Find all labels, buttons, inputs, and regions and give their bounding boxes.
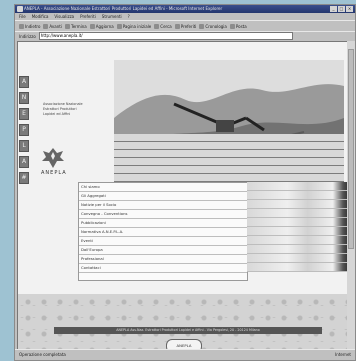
toolbar-stop-button[interactable]: Termina (64, 23, 87, 29)
toolbar: Indietro Avanti Termina Aggiorna Pagina … (15, 20, 355, 31)
side-icon-hash[interactable]: # (19, 172, 29, 184)
ie-icon (17, 6, 23, 12)
nav-item-pubblicazioni[interactable]: Pubblicazioni (79, 219, 247, 228)
mail-icon (229, 23, 235, 29)
address-bar: Indirizzo (15, 31, 355, 40)
vertical-scrollbar[interactable] (347, 41, 355, 352)
gradient-strip (247, 182, 348, 191)
scrollbar-thumb[interactable] (348, 49, 354, 249)
toolbar-home-button[interactable]: Pagina iniziale (116, 23, 152, 29)
nav-item-notizie[interactable]: Notizie per il Socio (79, 201, 247, 210)
nav-item-europa[interactable]: Dall'Europa (79, 246, 247, 255)
side-icon-p[interactable]: P (19, 124, 29, 136)
toolbar-label: Indietro (25, 23, 41, 29)
side-icon-n[interactable]: N (19, 92, 29, 104)
favorites-icon (174, 23, 180, 29)
side-icon-a[interactable]: A (19, 76, 29, 88)
nav-item-chi-siamo[interactable]: Chi siamo (79, 183, 247, 192)
nav-item-convegno[interactable]: Convegno - Conventions (79, 210, 247, 219)
gradient-strip (247, 218, 348, 227)
hero-stripes (114, 134, 344, 188)
toolbar-back-button[interactable]: Indietro (19, 23, 41, 29)
menu-gradient-strips (247, 182, 348, 279)
toolbar-favorites-button[interactable]: Preferiti (174, 23, 197, 29)
menu-favorites[interactable]: Preferiti (80, 13, 96, 20)
organization-name: Associazione Nazionale Estrattori Produt… (43, 102, 113, 117)
gradient-strip (247, 245, 348, 254)
side-icon-e[interactable]: E (19, 108, 29, 120)
nav-item-contattaci[interactable]: Contattaci (79, 264, 247, 273)
window-title: ANEPLA - Associazione Nazionale Estratto… (24, 6, 223, 11)
toolbar-label: Termina (70, 23, 87, 29)
toolbar-mail-button[interactable]: Posta (229, 23, 247, 29)
logo-text: ANEPLA (41, 170, 67, 176)
status-bar: Operazione completata Internet (15, 349, 355, 360)
nav-item-professional[interactable]: Professional (79, 255, 247, 264)
address-input[interactable] (38, 32, 293, 40)
toolbar-history-button[interactable]: Cronologia (199, 23, 227, 29)
footer-band: ANEPLA Ass.Naz. Estrattori Produttori La… (18, 294, 348, 353)
address-label: Indirizzo (19, 33, 36, 39)
gradient-strip (247, 209, 348, 218)
nav-item-normativa[interactable]: Normativa A.N.E.P.L.A. (79, 228, 247, 237)
toolbar-label: Posta (235, 23, 247, 29)
gradient-strip (247, 227, 348, 236)
browser-window: ANEPLA - Associazione Nazionale Estratto… (14, 4, 356, 361)
hero-image (114, 60, 344, 188)
toolbar-label: Aggiorna (95, 23, 114, 29)
toolbar-search-button[interactable]: Cerca (154, 23, 172, 29)
nav-menu: Chi siamo Gli Aggregati Notizie per il S… (78, 182, 248, 281)
side-icon-a2[interactable]: A (19, 156, 29, 168)
menu-file[interactable]: File (19, 13, 26, 20)
toolbar-label: Pagina iniziale (122, 23, 152, 29)
side-icon-strip: A N E P L A # (18, 42, 32, 242)
back-arrow-icon (19, 23, 24, 29)
gradient-strip (247, 254, 348, 263)
toolbar-label: Cronologia (205, 23, 227, 29)
status-zone: Internet (335, 352, 351, 357)
toolbar-forward-button[interactable]: Avanti (43, 23, 62, 29)
status-text: Operazione completata (19, 352, 66, 357)
gradient-strip (247, 236, 348, 245)
maximize-button[interactable]: □ (338, 6, 345, 12)
toolbar-label: Cerca (160, 23, 172, 29)
history-icon (199, 23, 205, 29)
nav-item-aggregati[interactable]: Gli Aggregati (79, 192, 247, 201)
menu-view[interactable]: Visualizza (54, 13, 74, 20)
forward-arrow-icon (43, 23, 49, 29)
toolbar-label: Preferiti (180, 23, 197, 29)
footer-address: ANEPLA Ass.Naz. Estrattori Produttori La… (54, 327, 322, 334)
window-controls: _ □ × (330, 6, 353, 12)
refresh-icon (89, 23, 95, 29)
stop-icon (64, 23, 70, 29)
toolbar-refresh-button[interactable]: Aggiorna (89, 23, 114, 29)
menu-help[interactable]: ? (128, 13, 130, 20)
toolbar-label: Avanti (49, 23, 62, 29)
close-button[interactable]: × (346, 6, 353, 12)
minimize-button[interactable]: _ (330, 6, 337, 12)
side-icon-l[interactable]: L (19, 140, 29, 152)
gradient-strip (247, 263, 348, 272)
menu-edit[interactable]: Modifica (32, 13, 49, 20)
page-viewport: A N E P L A # Associazione Nazionale Est… (17, 41, 349, 354)
gradient-strip (247, 200, 348, 209)
gradient-strip (247, 191, 348, 200)
nav-item-eventi[interactable]: Eventi (79, 237, 247, 246)
menu-bar: File Modifica Visualizza Preferiti Strum… (15, 13, 355, 20)
menu-tools[interactable]: Strumenti (102, 13, 122, 20)
search-icon (154, 23, 160, 29)
home-icon (116, 23, 122, 29)
title-bar: ANEPLA - Associazione Nazionale Estratto… (15, 5, 355, 13)
org-line-3: Lapidei ed Affini (43, 112, 71, 116)
eagle-logo-icon (42, 148, 64, 168)
